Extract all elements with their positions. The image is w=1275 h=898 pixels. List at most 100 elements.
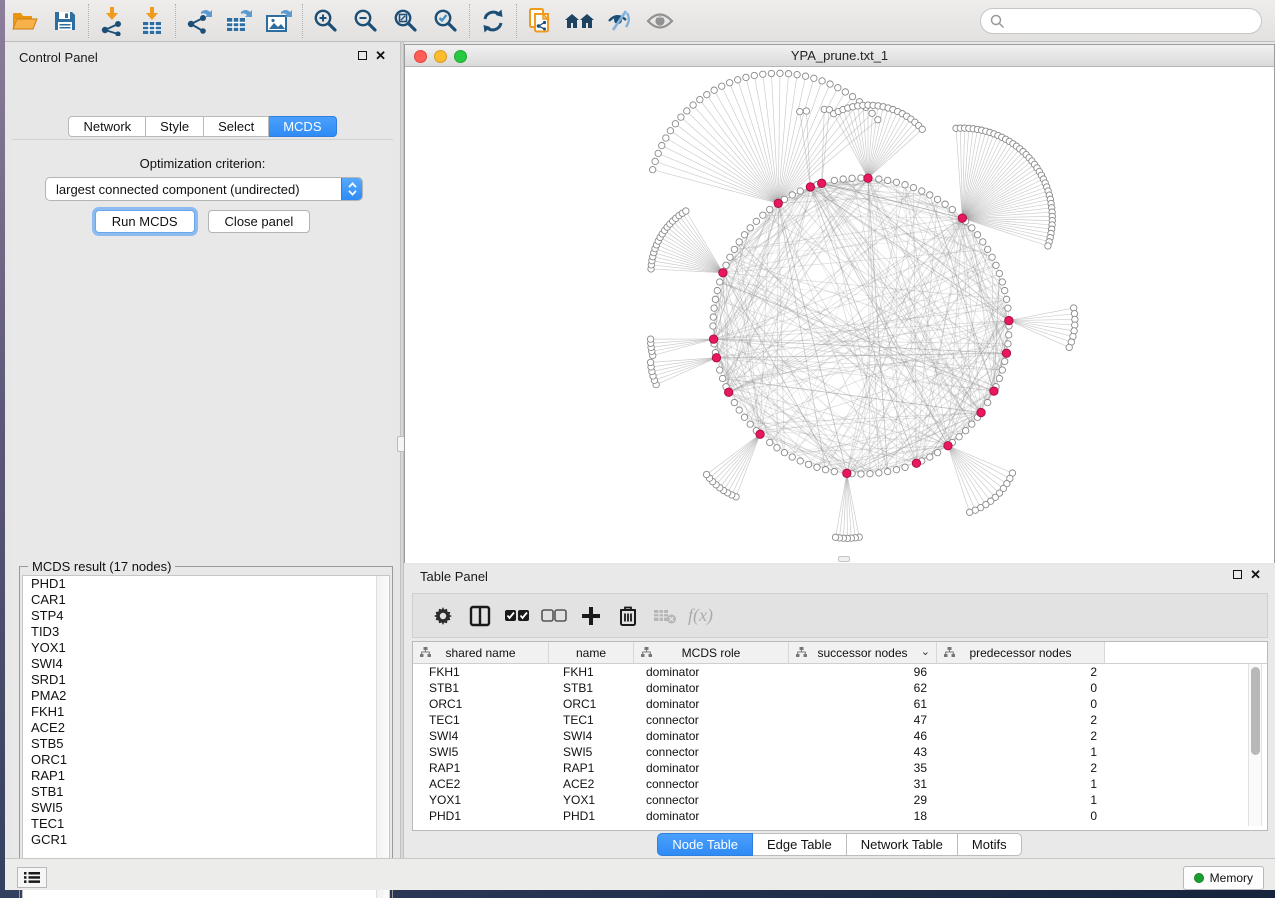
optimization-criterion-select[interactable]: largest connected component (undirected) bbox=[45, 177, 363, 201]
table-settings-icon[interactable] bbox=[429, 602, 457, 630]
table-row[interactable]: STB1STB1dominator620 bbox=[413, 680, 1267, 696]
mcds-result-item[interactable]: SWI4 bbox=[23, 656, 389, 672]
scrollbar-thumb[interactable] bbox=[1251, 667, 1260, 755]
splitter-gripper-horizontal[interactable] bbox=[838, 556, 850, 562]
table-cell[interactable]: PHD1 bbox=[413, 808, 549, 824]
table-cell[interactable]: 96 bbox=[789, 664, 937, 680]
table-cell[interactable]: YOX1 bbox=[413, 792, 549, 808]
import-network-icon[interactable] bbox=[92, 4, 132, 38]
table-cell[interactable]: FKH1 bbox=[549, 664, 634, 680]
table-cell[interactable]: SWI5 bbox=[413, 744, 549, 760]
refresh-layout-icon[interactable] bbox=[473, 4, 513, 38]
table-cell[interactable]: TEC1 bbox=[549, 712, 634, 728]
zoom-selected-icon[interactable] bbox=[426, 4, 466, 38]
table-cell[interactable]: dominator bbox=[634, 696, 789, 712]
tab-network-table[interactable]: Network Table bbox=[847, 833, 958, 856]
table-row[interactable]: TEC1TEC1connector472 bbox=[413, 712, 1267, 728]
zoom-fit-icon[interactable] bbox=[386, 4, 426, 38]
table-cell[interactable]: STB1 bbox=[413, 680, 549, 696]
open-file-icon[interactable] bbox=[5, 4, 45, 38]
tab-mcds[interactable]: MCDS bbox=[269, 116, 336, 137]
mcds-result-item[interactable]: ACE2 bbox=[23, 720, 389, 736]
table-cell[interactable]: 1 bbox=[937, 792, 1105, 808]
table-vertical-scrollbar[interactable] bbox=[1248, 664, 1262, 826]
export-network-icon[interactable] bbox=[179, 4, 219, 38]
table-cell[interactable]: 62 bbox=[789, 680, 937, 696]
table-cell[interactable]: connector bbox=[634, 712, 789, 728]
zoom-in-icon[interactable] bbox=[306, 4, 346, 38]
table-cell[interactable]: connector bbox=[634, 776, 789, 792]
import-table-icon[interactable] bbox=[132, 4, 172, 38]
table-cell[interactable]: 47 bbox=[789, 712, 937, 728]
table-cell[interactable]: SWI4 bbox=[413, 728, 549, 744]
mcds-result-item[interactable]: RAP1 bbox=[23, 768, 389, 784]
search-box[interactable] bbox=[980, 8, 1262, 34]
table-row[interactable]: FKH1FKH1dominator962 bbox=[413, 664, 1267, 680]
table-cell[interactable]: 46 bbox=[789, 728, 937, 744]
control-panel-float-icon[interactable] bbox=[358, 51, 367, 60]
control-panel-close-icon[interactable]: ✕ bbox=[375, 51, 386, 60]
tab-style[interactable]: Style bbox=[146, 116, 204, 137]
column-header-predecessor-nodes[interactable]: predecessor nodes bbox=[937, 642, 1105, 664]
mcds-result-item[interactable]: TEC1 bbox=[23, 816, 389, 832]
table-cell[interactable]: 1 bbox=[937, 776, 1105, 792]
new-network-from-selection-icon[interactable] bbox=[520, 4, 560, 38]
save-session-icon[interactable] bbox=[45, 4, 85, 38]
table-cell[interactable]: 35 bbox=[789, 760, 937, 776]
mcds-result-item[interactable]: STP4 bbox=[23, 608, 389, 624]
table-cell[interactable]: 43 bbox=[789, 744, 937, 760]
table-cell[interactable]: 2 bbox=[937, 712, 1105, 728]
mcds-result-item[interactable]: TID3 bbox=[23, 624, 389, 640]
first-neighbors-icon[interactable] bbox=[560, 4, 600, 38]
mcds-result-item[interactable]: GCR1 bbox=[23, 832, 389, 848]
table-cell[interactable]: dominator bbox=[634, 728, 789, 744]
mcds-result-item[interactable]: PHD1 bbox=[23, 576, 389, 592]
table-cell[interactable]: dominator bbox=[634, 808, 789, 824]
mcds-result-item[interactable]: PMA2 bbox=[23, 688, 389, 704]
close-panel-button[interactable]: Close panel bbox=[208, 210, 311, 233]
table-cell[interactable]: 1 bbox=[937, 744, 1105, 760]
table-cell[interactable]: SWI4 bbox=[549, 728, 634, 744]
sort-descending-icon[interactable]: ⌄ bbox=[921, 645, 930, 658]
table-row[interactable]: PHD1PHD1dominator180 bbox=[413, 808, 1267, 824]
table-cell[interactable]: dominator bbox=[634, 760, 789, 776]
task-history-button[interactable] bbox=[17, 867, 47, 888]
run-mcds-button[interactable]: Run MCDS bbox=[95, 210, 195, 233]
table-cell[interactable]: ACE2 bbox=[549, 776, 634, 792]
show-hide-columns-icon[interactable] bbox=[466, 602, 494, 630]
table-row[interactable]: RAP1RAP1dominator352 bbox=[413, 760, 1267, 776]
zoom-out-icon[interactable] bbox=[346, 4, 386, 38]
table-cell[interactable]: 0 bbox=[937, 696, 1105, 712]
window-close-traffic-icon[interactable] bbox=[414, 50, 427, 63]
network-view-titlebar[interactable]: YPA_prune.txt_1 bbox=[405, 45, 1274, 67]
table-row[interactable]: ACE2ACE2connector311 bbox=[413, 776, 1267, 792]
table-cell[interactable]: 2 bbox=[937, 664, 1105, 680]
table-cell[interactable]: SWI5 bbox=[549, 744, 634, 760]
export-image-icon[interactable] bbox=[259, 4, 299, 38]
deselect-all-icon[interactable] bbox=[540, 602, 568, 630]
delete-columns-icon[interactable] bbox=[614, 602, 642, 630]
tab-network[interactable]: Network bbox=[68, 116, 146, 137]
mcds-result-item[interactable]: STB5 bbox=[23, 736, 389, 752]
table-cell[interactable]: ORC1 bbox=[549, 696, 634, 712]
select-all-icon[interactable] bbox=[503, 602, 531, 630]
table-cell[interactable]: 0 bbox=[937, 808, 1105, 824]
show-all-icon[interactable] bbox=[640, 4, 680, 38]
table-cell[interactable]: PHD1 bbox=[549, 808, 634, 824]
window-minimize-traffic-icon[interactable] bbox=[434, 50, 447, 63]
table-cell[interactable]: FKH1 bbox=[413, 664, 549, 680]
table-cell[interactable]: ORC1 bbox=[413, 696, 549, 712]
table-cell[interactable]: 0 bbox=[937, 680, 1105, 696]
table-cell[interactable]: YOX1 bbox=[549, 792, 634, 808]
table-row[interactable]: SWI5SWI5connector431 bbox=[413, 744, 1267, 760]
table-cell[interactable]: STB1 bbox=[549, 680, 634, 696]
table-panel-float-icon[interactable] bbox=[1233, 570, 1242, 579]
table-cell[interactable]: 61 bbox=[789, 696, 937, 712]
mcds-result-item[interactable]: YOX1 bbox=[23, 640, 389, 656]
table-cell[interactable]: dominator bbox=[634, 680, 789, 696]
table-cell[interactable]: RAP1 bbox=[549, 760, 634, 776]
mcds-result-list[interactable]: PHD1CAR1STP4TID3YOX1SWI4SRD1PMA2FKH1ACE2… bbox=[22, 575, 390, 898]
export-table-icon[interactable] bbox=[219, 4, 259, 38]
add-column-icon[interactable] bbox=[577, 602, 605, 630]
table-cell[interactable]: 2 bbox=[937, 728, 1105, 744]
